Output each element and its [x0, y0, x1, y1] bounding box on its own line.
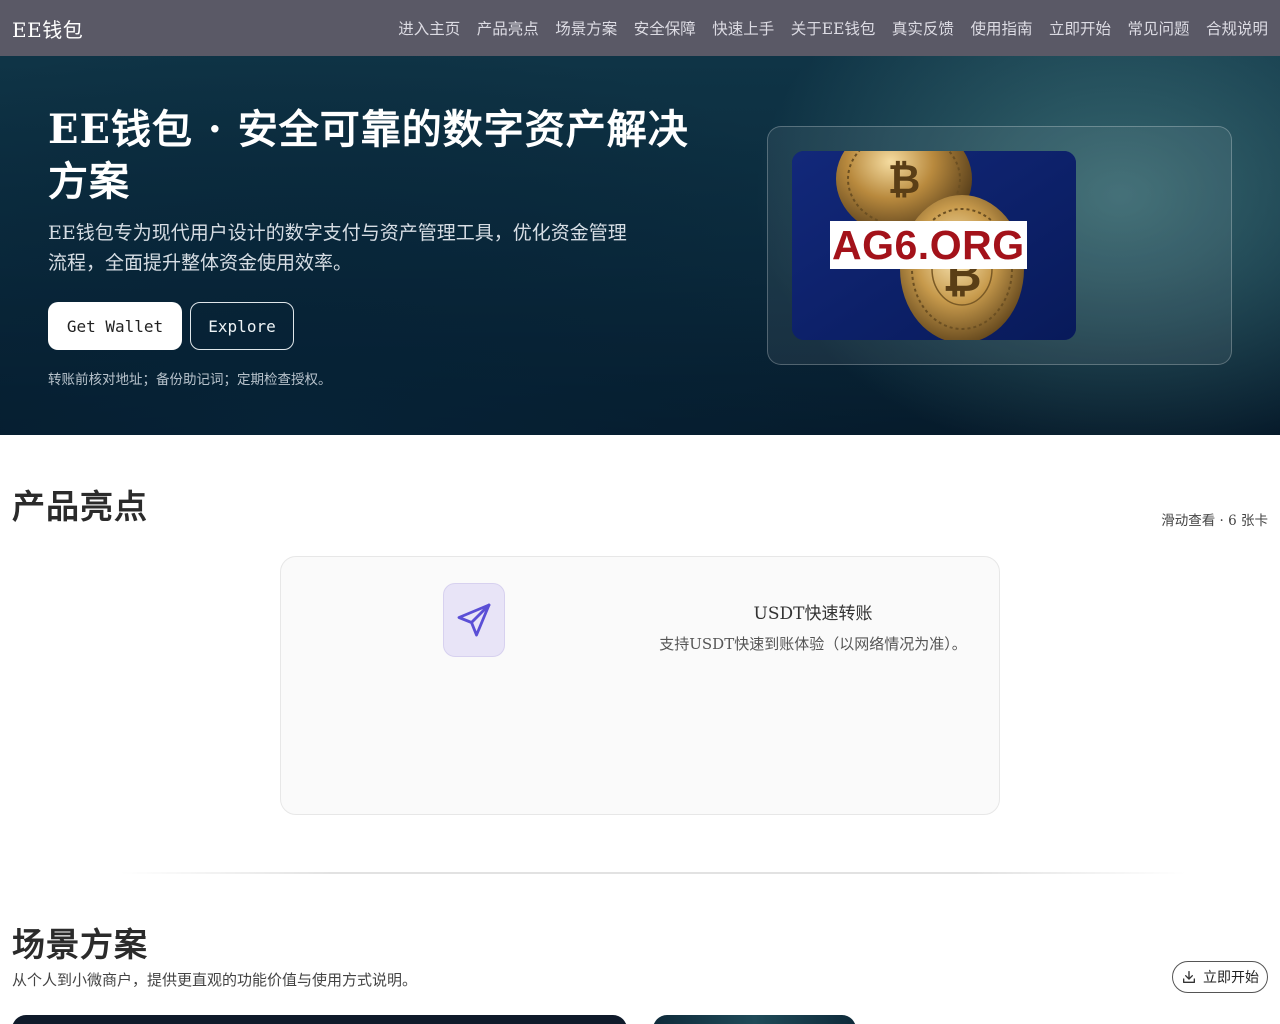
nav-link-home[interactable]: 进入主页 [398, 17, 460, 39]
nav-link-reviews[interactable]: 真实反馈 [892, 17, 954, 39]
hero-safety-tip: 转账前核对地址；备份助记词；定期检查授权。 [48, 372, 332, 388]
nav-link-scenarios[interactable]: 场景方案 [555, 17, 617, 39]
feature-card-description: 支持USDT快速到账体验（以网络情况为准）。 [659, 635, 967, 653]
start-now-button[interactable]: 立即开始 [1172, 961, 1268, 993]
nav-link-get-started[interactable]: 立即开始 [1049, 17, 1111, 39]
nav-link-faq[interactable]: 常见问题 [1127, 17, 1189, 39]
start-now-label: 立即开始 [1203, 970, 1259, 986]
scenario-card-personal[interactable] [12, 1015, 627, 1024]
nav-link-compliance[interactable]: 合规说明 [1206, 17, 1268, 39]
nav-link-security[interactable]: 安全保障 [634, 17, 696, 39]
svg-text:₿: ₿ [888, 157, 921, 203]
get-wallet-button[interactable]: Get Wallet [48, 302, 182, 350]
scenario-card-merchant[interactable] [653, 1015, 856, 1024]
send-icon [443, 583, 505, 657]
nav-link-highlights[interactable]: 产品亮点 [477, 17, 539, 39]
scenarios-subtitle: 从个人到小微商户，提供更直观的功能价值与使用方式说明。 [12, 971, 418, 989]
hero-title: EE钱包 · 安全可靠的数字资产解决方案 [48, 106, 689, 205]
nav-links: 进入主页 产品亮点 场景方案 安全保障 快速上手 关于EE钱包 真实反馈 使用指… [382, 17, 1268, 39]
features-title: 产品亮点 [12, 487, 148, 526]
nav-link-quickstart[interactable]: 快速上手 [712, 17, 774, 39]
hero-image-card: ₿ ₿ AG6.ORG [767, 126, 1232, 365]
feature-card-title: USDT快速转账 [753, 604, 873, 624]
hero-section: EE钱包 · 安全可靠的数字资产解决方案 EE钱包专为现代用户设计的数字支付与资… [0, 56, 1280, 435]
top-navbar: EE钱包 进入主页 产品亮点 场景方案 安全保障 快速上手 关于EE钱包 真实反… [0, 0, 1280, 56]
explore-button[interactable]: Explore [190, 302, 294, 350]
feature-card[interactable]: USDT快速转账 支持USDT快速到账体验（以网络情况为准）。 [280, 556, 1000, 815]
brand-logo[interactable]: EE钱包 [12, 14, 83, 43]
bitcoin-coins-image: ₿ ₿ AG6.ORG [792, 151, 1076, 340]
section-divider [120, 872, 1186, 874]
download-icon [1183, 971, 1195, 983]
hero-subtitle: EE钱包专为现代用户设计的数字支付与资产管理工具，优化资金管理流程，全面提升整体… [48, 222, 627, 274]
image-watermark-label: AG6.ORG [830, 221, 1027, 269]
nav-link-about[interactable]: 关于EE钱包 [791, 17, 876, 39]
nav-link-guide[interactable]: 使用指南 [970, 17, 1032, 39]
features-carousel-hint: 滑动查看 · 6 张卡 [1161, 513, 1268, 529]
scenarios-title: 场景方案 [12, 925, 148, 964]
